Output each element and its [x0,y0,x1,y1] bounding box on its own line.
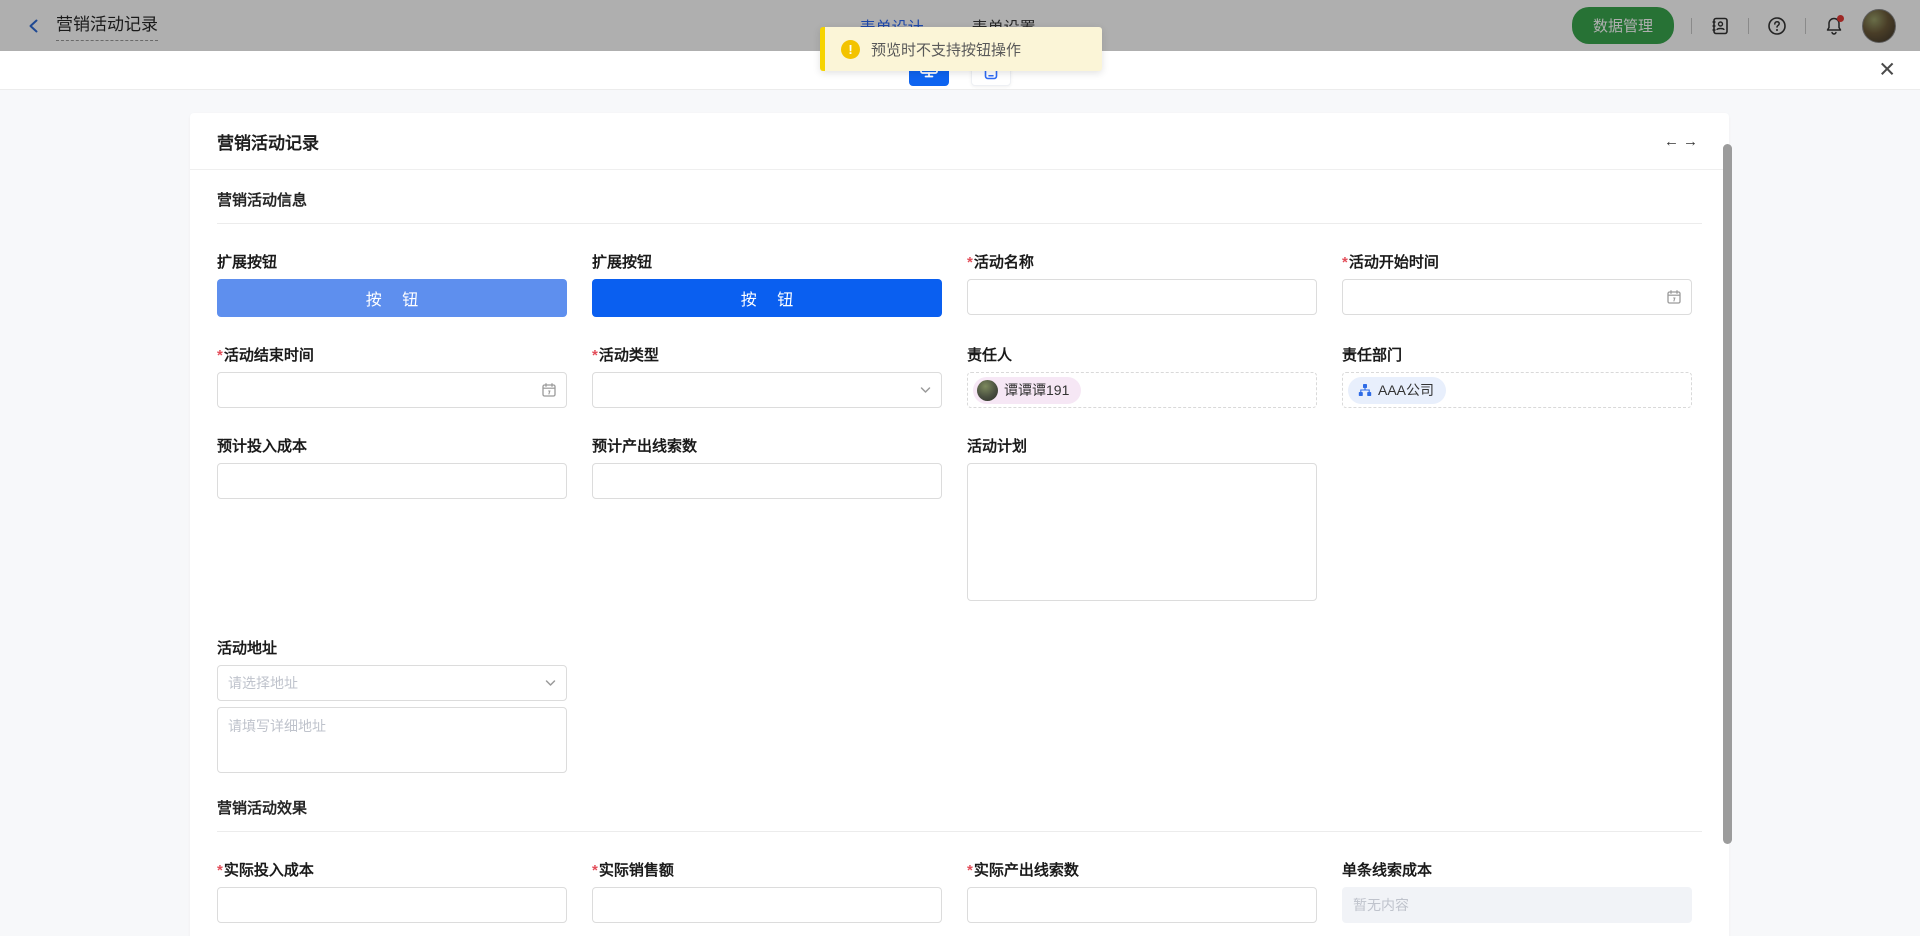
field-label: 活动计划 [967,435,1027,456]
field-label: 单条线索成本 [1342,859,1432,880]
extension-button-1[interactable]: 按 钮 [217,279,567,317]
field-label: 活动地址 [217,637,277,658]
required-mark: * [217,862,223,879]
field-label: 活动名称 [974,251,1034,272]
form-card: 营销活动记录 ←→ 营销活动信息 扩展按钮 按 钮 [190,113,1729,936]
notification-bell-icon[interactable] [1823,15,1845,37]
owner-tag-box[interactable]: 谭谭谭191 [967,372,1317,408]
end-time-input[interactable] [217,372,567,408]
field-label: 活动开始时间 [1349,251,1439,272]
required-mark: * [1342,254,1348,271]
department-tag-box[interactable]: AAA公司 [1342,372,1692,408]
field-ext-button-2: 扩展按钮 按 钮 [592,251,942,317]
field-activity-name: *活动名称 [967,251,1317,315]
field-est-leads: 预计产出线索数 [592,435,942,499]
field-actual-cost: *实际投入成本 [217,859,567,923]
actual-cost-input[interactable] [217,887,567,923]
required-mark: * [592,347,598,364]
back-icon[interactable] [24,16,44,36]
field-label: 活动类型 [599,344,659,365]
est-cost-input[interactable] [217,463,567,499]
field-actual-sales: *实际销售额 [592,859,942,923]
toast: ! 预览时不支持按钮操作 [820,27,1102,71]
field-owner: 责任人 谭谭谭191 [967,344,1317,408]
owner-avatar [977,380,998,401]
user-avatar[interactable] [1862,9,1896,43]
address-select[interactable] [217,665,567,701]
field-est-cost: 预计投入成本 [217,435,567,499]
field-label: 责任人 [967,344,1012,365]
calendar-icon [1666,289,1682,305]
divider [1805,18,1806,34]
field-department: 责任部门 AAA公司 [1342,344,1692,408]
section-title-info: 营销活动信息 [217,170,1702,210]
department-name: AAA公司 [1378,380,1434,400]
divider [1691,18,1692,34]
data-manage-button[interactable]: 数据管理 [1572,7,1674,44]
actual-sales-input[interactable] [592,887,942,923]
field-end-time: *活动结束时间 [217,344,567,408]
expand-width-icon[interactable]: ←→ [1664,133,1702,150]
department-tag: AAA公司 [1348,377,1446,404]
calendar-icon [541,382,557,398]
field-label: 预计投入成本 [217,435,307,456]
field-label: 扩展按钮 [217,251,277,272]
activity-name-input[interactable] [967,279,1317,315]
chevron-down-icon [919,384,932,397]
toast-message: 预览时不支持按钮操作 [871,39,1021,60]
field-address: 活动地址 [217,637,567,778]
contact-book-icon[interactable] [1709,15,1731,37]
divider [1748,18,1749,34]
plan-textarea[interactable] [967,463,1317,601]
field-activity-type: *活动类型 [592,344,942,408]
field-label: 责任部门 [1342,344,1402,365]
field-cost-per-lead: 单条线索成本 [1342,859,1692,923]
field-label: 实际投入成本 [224,859,314,880]
actual-leads-input[interactable] [967,887,1317,923]
field-label: 实际销售额 [599,859,674,880]
cost-per-lead-input [1342,887,1692,923]
field-label: 实际产出线索数 [974,859,1079,880]
section-title-effect: 营销活动效果 [217,778,1702,818]
warning-icon: ! [841,40,860,59]
owner-tag: 谭谭谭191 [973,377,1081,404]
field-label: 扩展按钮 [592,251,652,272]
required-mark: * [217,347,223,364]
start-time-input[interactable] [1342,279,1692,315]
required-mark: * [967,862,973,879]
form-title: 营销活动记录 [217,129,319,154]
screen: 营销活动记录 表单设计 表单设置 数据管理 ! 预览时不支持 [0,0,1920,937]
address-detail-textarea[interactable] [217,707,567,773]
required-mark: * [592,862,598,879]
field-ext-button-1: 扩展按钮 按 钮 [217,251,567,317]
help-icon[interactable] [1766,15,1788,37]
field-start-time: *活动开始时间 [1342,251,1692,315]
notification-dot [1837,15,1844,22]
field-label: 活动结束时间 [224,344,314,365]
preview-content: 营销活动记录 ←→ 营销活动信息 扩展按钮 按 钮 [0,90,1920,936]
preview-modal: ✕ 营销活动记录 ←→ 营销活动信息 扩展按钮 [0,51,1920,937]
close-icon[interactable]: ✕ [1878,60,1896,81]
org-icon [1358,383,1372,397]
chevron-down-icon [544,677,557,690]
field-plan: 活动计划 [967,435,1317,606]
est-leads-input[interactable] [592,463,942,499]
activity-type-select[interactable] [592,372,942,408]
divider [217,831,1702,832]
field-label: 预计产出线索数 [592,435,697,456]
required-mark: * [967,254,973,271]
extension-button-2[interactable]: 按 钮 [592,279,942,317]
field-actual-leads: *实际产出线索数 [967,859,1317,923]
owner-name: 谭谭谭191 [1004,380,1069,400]
scrollbar-thumb[interactable] [1723,144,1732,844]
page-title: 营销活动记录 [56,10,158,41]
divider [217,223,1702,224]
